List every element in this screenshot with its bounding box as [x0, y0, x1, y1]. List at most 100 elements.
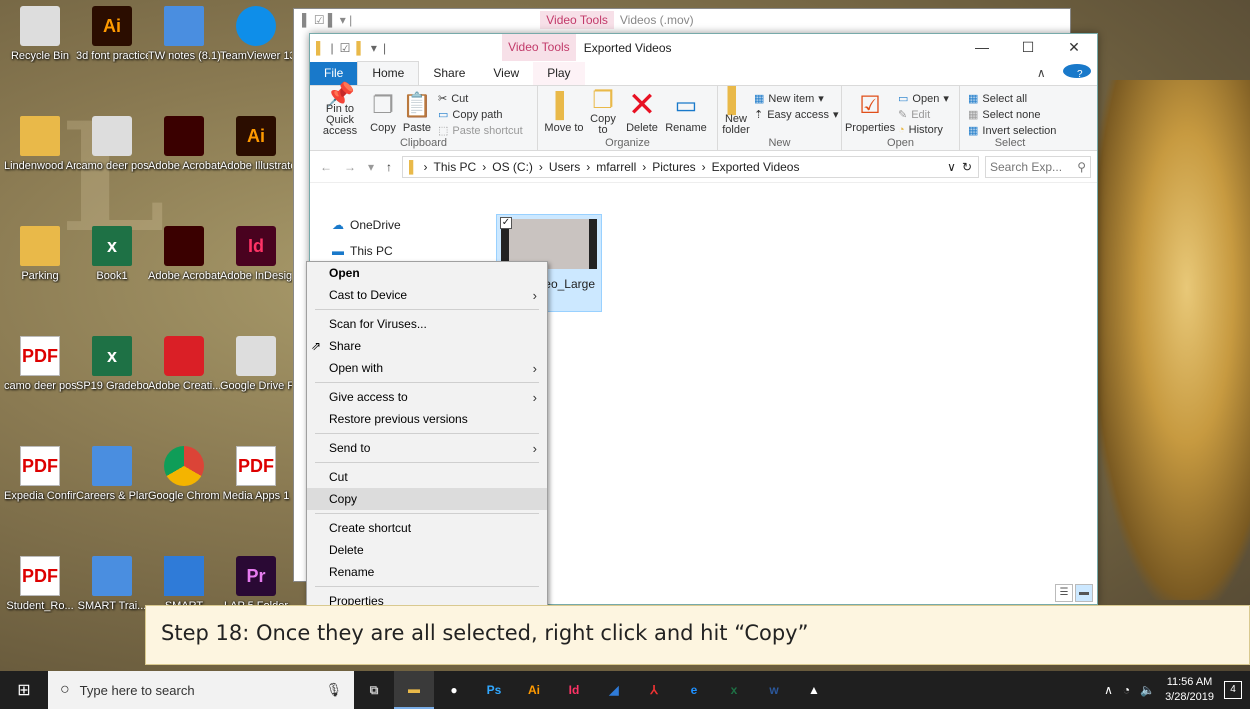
- desktop-icon[interactable]: Adobe Creati...: [148, 336, 220, 393]
- menu-item-cut[interactable]: Cut: [307, 466, 547, 488]
- delete-button[interactable]: ✕ Delete: [620, 88, 664, 136]
- paste-shortcut-button[interactable]: ⬚ Paste shortcut: [438, 124, 523, 138]
- nav-item-onedrive[interactable]: ☁ OneDrive: [310, 212, 480, 238]
- tab-play[interactable]: Play: [533, 62, 585, 85]
- desktop-icon[interactable]: Parking: [4, 226, 76, 283]
- desktop-icon[interactable]: Adobe Acrobat...: [148, 226, 220, 283]
- quick-access-toolbar[interactable]: ▌ | ☑ ▌ ▾ |: [310, 41, 386, 55]
- file-explorer-icon[interactable]: ▬: [394, 671, 434, 709]
- chrome-icon[interactable]: ●: [434, 671, 474, 709]
- menu-item-give-access-to[interactable]: Give access to ›: [307, 386, 547, 408]
- copy-to-button[interactable]: ❐ Copy to: [586, 89, 620, 136]
- history-button[interactable]: ◔ History: [898, 124, 949, 136]
- select-none-button[interactable]: ▦ Select none: [968, 108, 1056, 122]
- taskbar-search-box[interactable]: ○ Type here to search 🎙: [48, 671, 354, 709]
- tab-share[interactable]: Share: [419, 62, 479, 85]
- desktop-icon[interactable]: IdAdobe InDesign ...: [220, 226, 292, 283]
- breadcrumb-os-c[interactable]: OS (C:): [492, 160, 533, 174]
- select-all-button[interactable]: ▦ Select all: [968, 92, 1056, 106]
- easy-access-button[interactable]: ⇡ Easy access ▾: [754, 108, 839, 122]
- photos-icon[interactable]: ▲: [794, 671, 834, 709]
- close-button[interactable]: ✕: [1051, 39, 1097, 56]
- copy-path-button[interactable]: ▭ Copy path: [438, 108, 523, 122]
- microphone-icon[interactable]: 🎙: [325, 682, 342, 698]
- word-icon[interactable]: w: [754, 671, 794, 709]
- tab-home[interactable]: Home: [357, 61, 420, 85]
- breadcrumb-mfarrell[interactable]: mfarrell: [596, 160, 636, 174]
- edge-icon[interactable]: e: [674, 671, 714, 709]
- volume-icon[interactable]: 🔈: [1140, 683, 1155, 697]
- menu-item-restore-previous-versions[interactable]: Restore previous versions: [307, 408, 547, 430]
- breadcrumb-exported-videos[interactable]: Exported Videos: [712, 160, 800, 174]
- desktop-icon[interactable]: Google Drive File Stream ...: [220, 336, 292, 393]
- menu-item-delete[interactable]: Delete: [307, 539, 547, 561]
- network-icon[interactable]: ◔: [1123, 683, 1130, 697]
- desktop-icon[interactable]: x Book1: [76, 226, 148, 283]
- pin-quick-access-button[interactable]: 📌 Pin to Quick access: [314, 84, 366, 137]
- photoshop-icon[interactable]: Ps: [474, 671, 514, 709]
- move-to-button[interactable]: ▌ Move to: [542, 90, 586, 136]
- invert-selection-button[interactable]: ▦ Invert selection: [968, 124, 1056, 138]
- acrobat-icon[interactable]: ⅄: [634, 671, 674, 709]
- desktop-icon[interactable]: camo deer poster (2): [76, 116, 148, 173]
- tray-expand-icon[interactable]: ∧: [1104, 683, 1113, 697]
- details-view-icon[interactable]: ☰: [1055, 584, 1073, 602]
- edit-button[interactable]: ✎ Edit: [898, 108, 949, 122]
- desktop-icon[interactable]: PDFExpedia Confirmation: [4, 446, 76, 503]
- menu-item-open-with[interactable]: Open with ›: [307, 357, 547, 379]
- video-tools-tab[interactable]: Video Tools: [540, 11, 614, 29]
- minimize-button[interactable]: —: [959, 39, 1005, 56]
- new-folder-button[interactable]: ▌ New folder: [722, 89, 750, 136]
- new-item-button[interactable]: ▦ New item ▾: [754, 92, 839, 106]
- video-tools-tab[interactable]: Video Tools: [502, 34, 576, 61]
- tab-view[interactable]: View: [479, 62, 533, 85]
- address-dropdown-icon[interactable]: ∨: [947, 160, 956, 174]
- menu-item-rename[interactable]: Rename: [307, 561, 547, 583]
- menu-item-cast-to-device[interactable]: Cast to Device ›: [307, 284, 547, 306]
- open-button[interactable]: ▭ Open ▾: [898, 92, 949, 106]
- large-icons-view-icon[interactable]: ▬: [1075, 584, 1093, 602]
- desktop-icon[interactable]: Adobe Acrobat DC: [148, 116, 220, 173]
- desktop-icon[interactable]: Google Chrome: [148, 446, 220, 503]
- quick-access-toolbar[interactable]: ▌ ☑ ▌ ▾ |: [302, 13, 352, 27]
- rename-button[interactable]: ▭ Rename: [664, 90, 708, 136]
- desktop-icon[interactable]: Recycle Bin: [4, 6, 76, 63]
- selection-checkbox[interactable]: ✓: [500, 217, 512, 229]
- properties-button[interactable]: ☑ Properties: [845, 90, 895, 136]
- desktop-icon[interactable]: TeamViewer 13: [220, 6, 292, 63]
- maximize-button[interactable]: ☐: [1005, 39, 1051, 56]
- forward-arrow-icon[interactable]: →: [344, 160, 356, 174]
- desktop-icon[interactable]: AiAdobe Illustrator ...: [220, 116, 292, 173]
- menu-item-open[interactable]: Open: [307, 262, 547, 284]
- task-view-icon[interactable]: ⧉: [354, 671, 394, 709]
- breadcrumb-pictures[interactable]: Pictures: [652, 160, 695, 174]
- address-bar[interactable]: ▌ › This PC › OS (C:) › Users › mfarrell › Pi…: [402, 155, 979, 178]
- collapse-ribbon-icon[interactable]: ∧: [1023, 62, 1060, 85]
- menu-item-share[interactable]: ⇗ Share: [307, 335, 547, 357]
- breadcrumb-this-pc[interactable]: This PC: [434, 160, 477, 174]
- smart-icon[interactable]: ◢: [594, 671, 634, 709]
- refresh-icon[interactable]: ↻: [962, 160, 972, 174]
- notification-icon[interactable]: 4: [1224, 681, 1242, 699]
- menu-item-send-to[interactable]: Send to ›: [307, 437, 547, 459]
- desktop-icon[interactable]: PDF Media Apps 1: [220, 446, 292, 503]
- desktop-icon[interactable]: TW notes (8.1): [148, 6, 220, 63]
- recent-locations-icon[interactable]: ▾: [368, 160, 374, 174]
- clock[interactable]: 11:56 AM 3/28/2019: [1165, 675, 1214, 705]
- desktop-icon[interactable]: PDFcamo deer poster (2): [4, 336, 76, 393]
- excel-icon[interactable]: x: [714, 671, 754, 709]
- cut-button[interactable]: ✂ Cut: [438, 92, 523, 106]
- up-arrow-icon[interactable]: ↑: [386, 160, 392, 174]
- indesign-icon[interactable]: Id: [554, 671, 594, 709]
- desktop-icon[interactable]: Lindenwood Artifacts: [4, 116, 76, 173]
- copy-button[interactable]: ❐ Copy: [366, 90, 400, 136]
- desktop-icon[interactable]: PDF Student_Ro...: [4, 556, 76, 613]
- desktop-icon[interactable]: xSP19 Gradebook: [76, 336, 148, 393]
- desktop-icon[interactable]: Careers & Planning- TW: [76, 446, 148, 503]
- menu-item-create-shortcut[interactable]: Create shortcut: [307, 517, 547, 539]
- windows-start-icon[interactable]: ⊞: [0, 680, 48, 700]
- paste-button[interactable]: 📋 Paste: [400, 90, 434, 136]
- illustrator-icon[interactable]: Ai: [514, 671, 554, 709]
- breadcrumb-users[interactable]: Users: [549, 160, 580, 174]
- menu-item-scan-for-viruses[interactable]: Scan for Viruses...: [307, 313, 547, 335]
